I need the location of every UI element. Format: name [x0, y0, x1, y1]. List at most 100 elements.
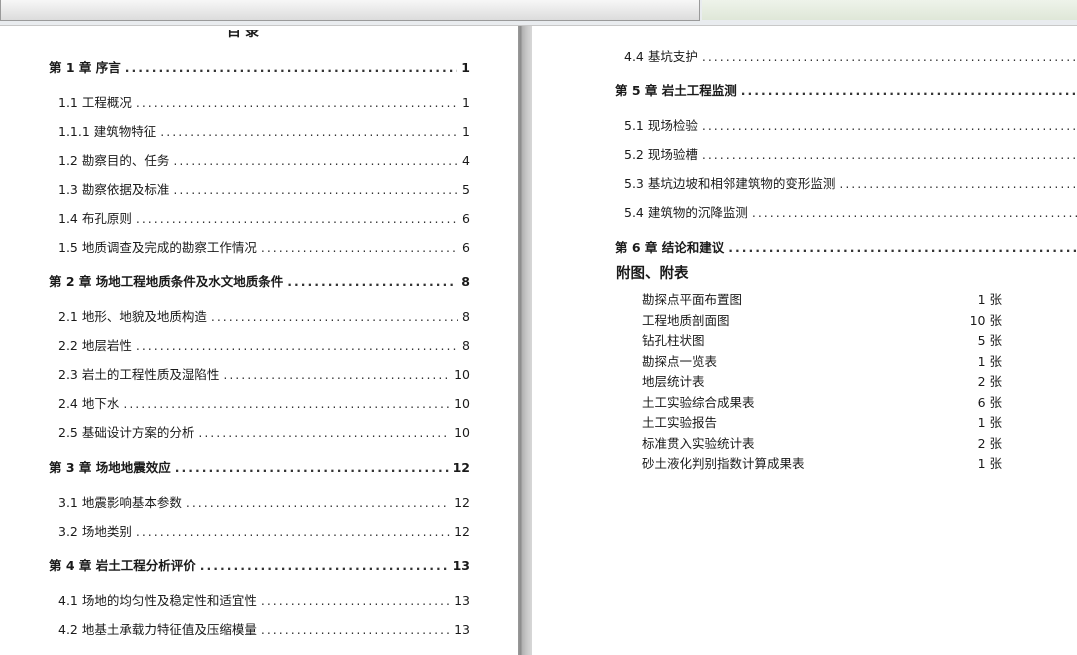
toc-leader-dots — [839, 176, 1077, 191]
toc-entry-label: 第 6 章 结论和建议 — [615, 240, 725, 255]
page-gutter — [518, 26, 532, 655]
toc-leader-dots — [223, 367, 450, 382]
toc-section-entry[interactable]: 4.1 场地的均匀性及稳定性和适宜性 13 — [58, 590, 470, 609]
toc-entry-label: 5.4 建筑物的沉降监测 — [624, 205, 748, 220]
appendix-item: 地层统计表 2 张 — [642, 371, 1002, 390]
toc-chapter-entry[interactable]: 第 1 章 序言 1 — [49, 57, 470, 76]
toc-section-entry[interactable]: 4.4 基坑支护19 — [624, 46, 1077, 65]
appendix-item-count: 1 张 — [977, 292, 1002, 307]
toc-entry-label: 1.2 勘察目的、任务 — [58, 153, 170, 168]
toc-section-entry[interactable]: 3.2 场地类别 12 — [58, 521, 470, 540]
appendix-item-name: 钻孔柱状图 — [642, 333, 705, 348]
toc-leader-dots — [702, 118, 1077, 133]
toc-entry-label: 4.1 场地的均匀性及稳定性和适宜性 — [58, 593, 257, 608]
toc-section-entry[interactable]: 5.1 现场检验24 — [624, 115, 1077, 134]
appendix-item-count: 5 张 — [977, 333, 1002, 348]
toc-leader-dots — [173, 153, 458, 168]
toc-entry-label: 4.4 基坑支护 — [624, 49, 698, 64]
appendix-item-name: 地层统计表 — [642, 374, 705, 389]
appendix-item: 土工实验报告 1 张 — [642, 412, 1002, 431]
toc-leader-dots — [198, 425, 450, 440]
toc-section-entry[interactable]: 5.2 现场验槽24 — [624, 144, 1077, 163]
toc-entry-label: 1.4 布孔原则 — [58, 211, 132, 226]
toc-page-number: 12 — [452, 460, 470, 475]
appendix-item-count: 6 张 — [977, 394, 1002, 410]
toc-leader-dots — [211, 309, 458, 324]
appendix-item: 钻孔柱状图 5 张 — [642, 330, 1002, 349]
toc-chapter-entry[interactable]: 第 2 章 场地工程地质条件及水文地质条件 8 — [49, 271, 470, 290]
toc-entry-label: 2.5 基础设计方案的分析 — [58, 425, 195, 440]
toc-chapter-entry[interactable]: 第 3 章 场地地震效应 12 — [49, 457, 470, 476]
toc-page-number: 6 — [462, 211, 470, 226]
toc-section-entry[interactable]: 4.2 地基土承载力特征值及压缩模量 13 — [58, 619, 470, 638]
toc-leader-dots — [200, 558, 449, 573]
toc-chapter-entry[interactable]: 第 5 章 岩土工程监测24 — [615, 80, 1077, 99]
toc-section-entry[interactable]: 1.4 布孔原则 6 — [58, 208, 470, 227]
toc-entry-label: 第 4 章 岩土工程分析评价 — [49, 558, 196, 573]
toc-leader-dots — [261, 240, 458, 255]
toc-page-number: 13 — [454, 622, 470, 637]
toc-leader-dots — [125, 60, 458, 75]
toc-leader-dots — [186, 495, 450, 510]
toc-section-entry[interactable]: 1.1 工程概况 1 — [58, 92, 470, 111]
appendix-item-count: 1 张 — [977, 456, 1002, 471]
toc-chapter-entry[interactable]: 第 4 章 岩土工程分析评价 13 — [49, 555, 470, 574]
appendix-item-name: 标准贯入实验统计表 — [642, 435, 755, 451]
toc-section-entry[interactable]: 2.5 基础设计方案的分析 10 — [58, 422, 470, 441]
toc-page-number: 1 — [462, 124, 470, 139]
toc-page-number: 10 — [454, 425, 470, 440]
toc-section-entry[interactable]: 5.3 基坑边坡和相邻建筑物的变形监测24 — [624, 173, 1077, 192]
toc-leader-dots — [136, 95, 458, 110]
appendix-item: 标准贯入实验统计表 2 张 — [642, 433, 1002, 452]
toc-page-number: 10 — [454, 396, 470, 411]
appendix-item-name: 土工实验报告 — [642, 415, 718, 430]
toc-section-entry[interactable]: 1.3 勘察依据及标准 5 — [58, 179, 470, 198]
toc-leader-dots — [136, 211, 458, 226]
toolbar-field[interactable] — [0, 0, 700, 21]
toc-leader-dots — [287, 274, 457, 289]
toc-page-number: 12 — [454, 524, 470, 539]
toc-entry-label: 1.3 勘察依据及标准 — [58, 182, 170, 197]
toc-page-number: 5 — [462, 182, 470, 197]
toc-leader-dots — [136, 338, 458, 353]
toc-entry-label: 5.1 现场检验 — [624, 118, 698, 133]
toc-leader-dots — [261, 622, 450, 637]
appendix-item: 土工实验综合成果表 6 张 — [642, 392, 1002, 411]
toc-leader-dots — [702, 49, 1077, 64]
toc-entry-label: 第 1 章 序言 — [49, 60, 121, 75]
toc-section-entry[interactable]: 1.5 地质调查及完成的勘察工作情况 6 — [58, 237, 470, 256]
appendix-item-name: 勘探点平面布置图 — [642, 292, 743, 307]
appendix-item: 工程地质剖面图 10 张 — [642, 310, 1002, 329]
toc-section-entry[interactable]: 5.4 建筑物的沉降监测24 — [624, 202, 1077, 221]
toc-section-entry[interactable]: 2.2 地层岩性 8 — [58, 335, 470, 354]
toc-leader-dots — [123, 396, 450, 411]
toc-leader-dots — [728, 240, 1077, 255]
toc-entry-label: 4.2 地基土承载力特征值及压缩模量 — [58, 622, 257, 637]
toc-entry-label: 5.2 现场验槽 — [624, 147, 698, 162]
toc-section-entry[interactable]: 2.1 地形、地貌及地质构造 8 — [58, 306, 470, 325]
toc-section-entry[interactable]: 1.1.1 建筑物特征 1 — [58, 121, 470, 140]
appendix-item-count: 2 张 — [977, 374, 1002, 389]
window-toolbar — [0, 0, 1077, 26]
toc-page-number: 8 — [462, 338, 470, 353]
toc-page-number: 4 — [462, 153, 470, 168]
appendix-item-name: 土工实验综合成果表 — [642, 394, 755, 410]
toc-entry-label: 1.5 地质调查及完成的勘察工作情况 — [58, 240, 257, 255]
left-page: 目录 第 1 章 序言 1 1.1 工程概况 1 1.1.1 建筑物特征 1 1.2 勘察目… — [0, 30, 518, 655]
toc-section-entry[interactable]: 3.1 地震影响基本参数 12 — [58, 492, 470, 511]
toc-page-number: 13 — [452, 558, 470, 573]
toc-leader-dots — [752, 205, 1077, 220]
toc-section-entry[interactable]: 2.3 岩土的工程性质及湿陷性 10 — [58, 364, 470, 383]
appendix-item-name: 砂土液化判别指数计算成果表 — [642, 456, 805, 471]
toc-page-number: 8 — [462, 309, 470, 324]
toc-entry-label: 1.1 工程概况 — [58, 95, 132, 110]
toc-leader-dots — [175, 460, 449, 475]
toc-chapter-entry[interactable]: 第 6 章 结论和建议25 — [615, 237, 1077, 256]
toc-section-entry[interactable]: 1.2 勘察目的、任务 4 — [58, 150, 470, 169]
toc-entry-label: 5.3 基坑边坡和相邻建筑物的变形监测 — [624, 176, 836, 191]
toc-entry-label: 3.1 地震影响基本参数 — [58, 495, 182, 510]
appendix-item-count: 10 张 — [969, 312, 1002, 328]
toc-page-number: 1 — [462, 95, 470, 110]
right-page: 4.4 基坑支护19 第 5 章 岩土工程监测24 5.1 现场检验24 5.2 现场… — [532, 30, 1077, 655]
toc-section-entry[interactable]: 2.4 地下水 10 — [58, 393, 470, 412]
